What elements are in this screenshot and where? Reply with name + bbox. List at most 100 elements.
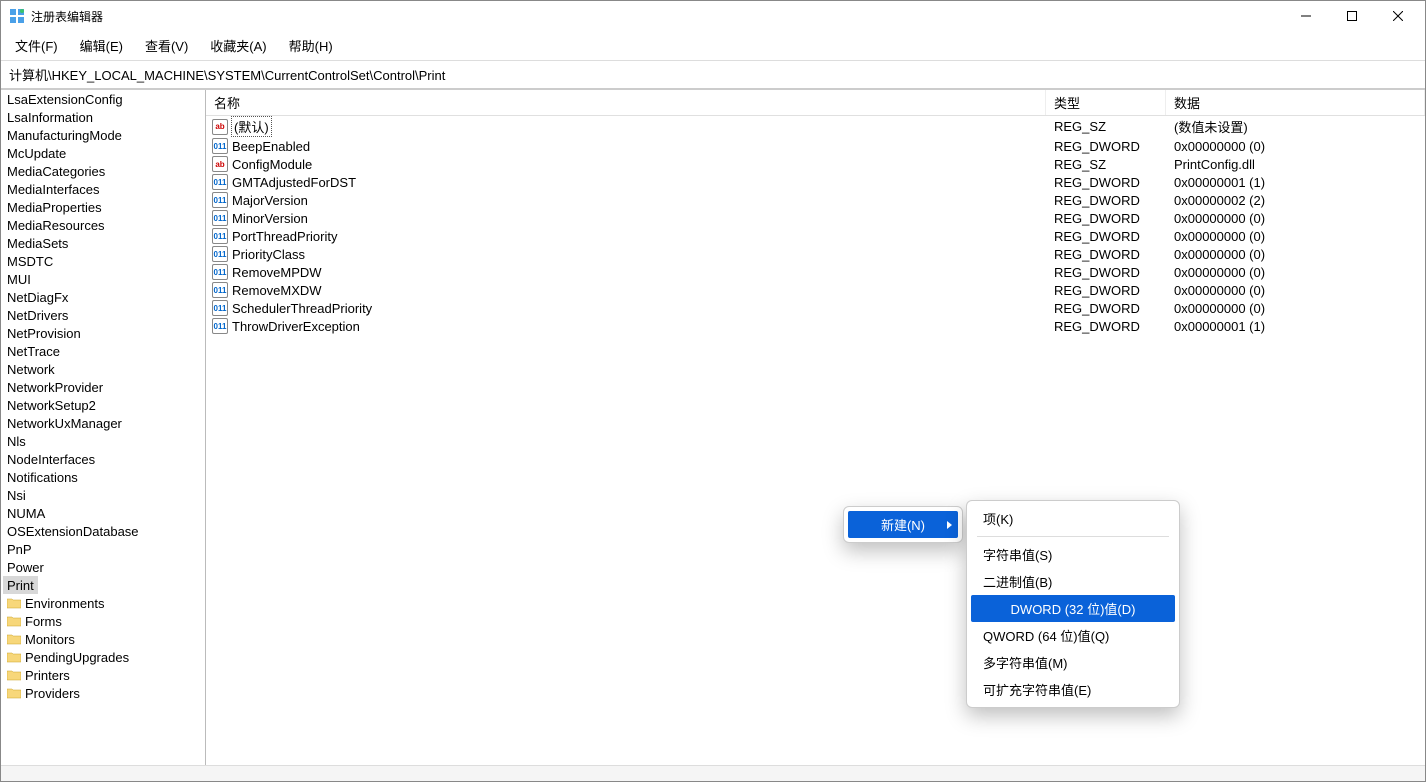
- tree-item[interactable]: MediaSets: [1, 234, 205, 252]
- value-row[interactable]: 011ThrowDriverExceptionREG_DWORD0x000000…: [206, 317, 1425, 335]
- tree-item[interactable]: NetworkSetup2: [1, 396, 205, 414]
- tree-item-child[interactable]: Printers: [1, 666, 205, 684]
- close-button[interactable]: [1375, 1, 1421, 31]
- column-data[interactable]: 数据: [1166, 90, 1425, 115]
- tree-item-child[interactable]: Forms: [1, 612, 205, 630]
- tree-item[interactable]: MediaProperties: [1, 198, 205, 216]
- value-data: PrintConfig.dll: [1166, 157, 1425, 172]
- tree-item[interactable]: Nls: [1, 432, 205, 450]
- value-name: GMTAdjustedForDST: [232, 175, 356, 190]
- menu-file[interactable]: 文件(F): [11, 34, 62, 57]
- tree-item[interactable]: NUMA: [1, 504, 205, 522]
- value-row[interactable]: 011SchedulerThreadPriorityREG_DWORD0x000…: [206, 299, 1425, 317]
- tree-item[interactable]: PnP: [1, 540, 205, 558]
- value-row[interactable]: 011BeepEnabledREG_DWORD0x00000000 (0): [206, 137, 1425, 155]
- value-name: RemoveMXDW: [232, 283, 322, 298]
- tree-pane[interactable]: LsaExtensionConfigLsaInformationManufact…: [1, 90, 206, 765]
- tree-item[interactable]: ManufacturingMode: [1, 126, 205, 144]
- folder-icon: [7, 634, 21, 645]
- menu-favorites[interactable]: 收藏夹(A): [206, 34, 270, 57]
- tree-item[interactable]: Nsi: [1, 486, 205, 504]
- context-menu-qword[interactable]: QWORD (64 位)值(Q): [971, 622, 1175, 649]
- tree-item[interactable]: NetworkUxManager: [1, 414, 205, 432]
- tree-item[interactable]: NetTrace: [1, 342, 205, 360]
- tree-item[interactable]: NetProvision: [1, 324, 205, 342]
- window-root: 注册表编辑器 文件(F) 编辑(E) 查看(V) 收藏夹(A) 帮助(H) 计算…: [0, 0, 1426, 782]
- value-row[interactable]: 011PortThreadPriorityREG_DWORD0x00000000…: [206, 227, 1425, 245]
- maximize-button[interactable]: [1329, 1, 1375, 31]
- tree-item[interactable]: NetDrivers: [1, 306, 205, 324]
- value-row[interactable]: 011MajorVersionREG_DWORD0x00000002 (2): [206, 191, 1425, 209]
- tree-item[interactable]: MediaCategories: [1, 162, 205, 180]
- menu-view[interactable]: 查看(V): [141, 34, 192, 57]
- tree-item-child[interactable]: Monitors: [1, 630, 205, 648]
- value-type: REG_DWORD: [1046, 211, 1166, 226]
- tree-item[interactable]: MUI: [1, 270, 205, 288]
- context-menu-binary[interactable]: 二进制值(B): [971, 568, 1175, 595]
- tree-item[interactable]: Network: [1, 360, 205, 378]
- context-menu-multistring[interactable]: 多字符串值(M): [971, 649, 1175, 676]
- value-icon: 011: [212, 264, 228, 280]
- tree-item-label: Environments: [25, 596, 104, 611]
- tree-item[interactable]: MediaInterfaces: [1, 180, 205, 198]
- value-type: REG_DWORD: [1046, 193, 1166, 208]
- value-type: REG_DWORD: [1046, 229, 1166, 244]
- value-type: REG_DWORD: [1046, 301, 1166, 316]
- context-menu-key[interactable]: 项(K): [971, 505, 1175, 532]
- value-data: 0x00000000 (0): [1166, 301, 1425, 316]
- minimize-button[interactable]: [1283, 1, 1329, 31]
- value-name: MinorVersion: [232, 211, 308, 226]
- tree-item[interactable]: McUpdate: [1, 144, 205, 162]
- tree-item-child[interactable]: Providers: [1, 684, 205, 702]
- value-name: BeepEnabled: [232, 139, 310, 154]
- menu-help[interactable]: 帮助(H): [285, 34, 337, 57]
- tree-item[interactable]: LsaInformation: [1, 108, 205, 126]
- column-name[interactable]: 名称: [206, 90, 1046, 115]
- value-row[interactable]: 011PriorityClassREG_DWORD0x00000000 (0): [206, 245, 1425, 263]
- tree-item-label: Monitors: [25, 632, 75, 647]
- content-area: LsaExtensionConfigLsaInformationManufact…: [1, 89, 1425, 765]
- value-data: 0x00000000 (0): [1166, 211, 1425, 226]
- tree-item[interactable]: NetDiagFx: [1, 288, 205, 306]
- value-row[interactable]: 011RemoveMPDWREG_DWORD0x00000000 (0): [206, 263, 1425, 281]
- tree-item-child[interactable]: Environments: [1, 594, 205, 612]
- context-menu-dword[interactable]: DWORD (32 位)值(D): [971, 595, 1175, 622]
- value-icon: 011: [212, 246, 228, 262]
- value-icon: 011: [212, 282, 228, 298]
- tree-item-child[interactable]: PendingUpgrades: [1, 648, 205, 666]
- addressbar[interactable]: 计算机\HKEY_LOCAL_MACHINE\SYSTEM\CurrentCon…: [1, 61, 1425, 89]
- tree-item[interactable]: Notifications: [1, 468, 205, 486]
- tree-item[interactable]: LsaExtensionConfig: [1, 90, 205, 108]
- tree-item[interactable]: OSExtensionDatabase: [1, 522, 205, 540]
- value-row[interactable]: 011RemoveMXDWREG_DWORD0x00000000 (0): [206, 281, 1425, 299]
- value-data: 0x00000002 (2): [1166, 193, 1425, 208]
- value-row[interactable]: 011MinorVersionREG_DWORD0x00000000 (0): [206, 209, 1425, 227]
- list-pane[interactable]: 名称 类型 数据 ab(默认)REG_SZ(数值未设置) 011 BeepEnabl…: [206, 90, 1425, 765]
- value-data: 0x00000000 (0): [1166, 265, 1425, 280]
- value-icon: 011: [212, 174, 228, 190]
- value-data: 0x00000000 (0): [1166, 139, 1425, 154]
- context-menu-string[interactable]: 字符串值(S): [971, 541, 1175, 568]
- folder-icon: [7, 670, 21, 681]
- tree-item[interactable]: MediaResources: [1, 216, 205, 234]
- context-menu-expandstring[interactable]: 可扩充字符串值(E): [971, 676, 1175, 703]
- tree-item[interactable]: Power: [1, 558, 205, 576]
- value-row[interactable]: 011GMTAdjustedForDSTREG_DWORD0x00000001 …: [206, 173, 1425, 191]
- tree-item[interactable]: Print: [3, 576, 38, 594]
- value-row[interactable]: abConfigModuleREG_SZPrintConfig.dll: [206, 155, 1425, 173]
- value-data: 0x00000000 (0): [1166, 247, 1425, 262]
- tree-item[interactable]: NodeInterfaces: [1, 450, 205, 468]
- regedit-icon: [9, 8, 25, 24]
- value-type: REG_DWORD: [1046, 139, 1166, 154]
- value-row[interactable]: ab(默认)REG_SZ(数值未设置): [206, 116, 1425, 137]
- tree-item-label: Providers: [25, 686, 80, 701]
- menu-edit[interactable]: 编辑(E): [76, 34, 127, 57]
- tree-item[interactable]: MSDTC: [1, 252, 205, 270]
- context-menu-new[interactable]: 新建(N): [848, 511, 958, 538]
- list-header: 名称 类型 数据: [206, 90, 1425, 116]
- tree-item[interactable]: NetworkProvider: [1, 378, 205, 396]
- column-type[interactable]: 类型: [1046, 90, 1166, 115]
- value-name: PriorityClass: [232, 247, 305, 262]
- context-menu-separator: [977, 536, 1169, 537]
- value-icon: 011: [212, 192, 228, 208]
